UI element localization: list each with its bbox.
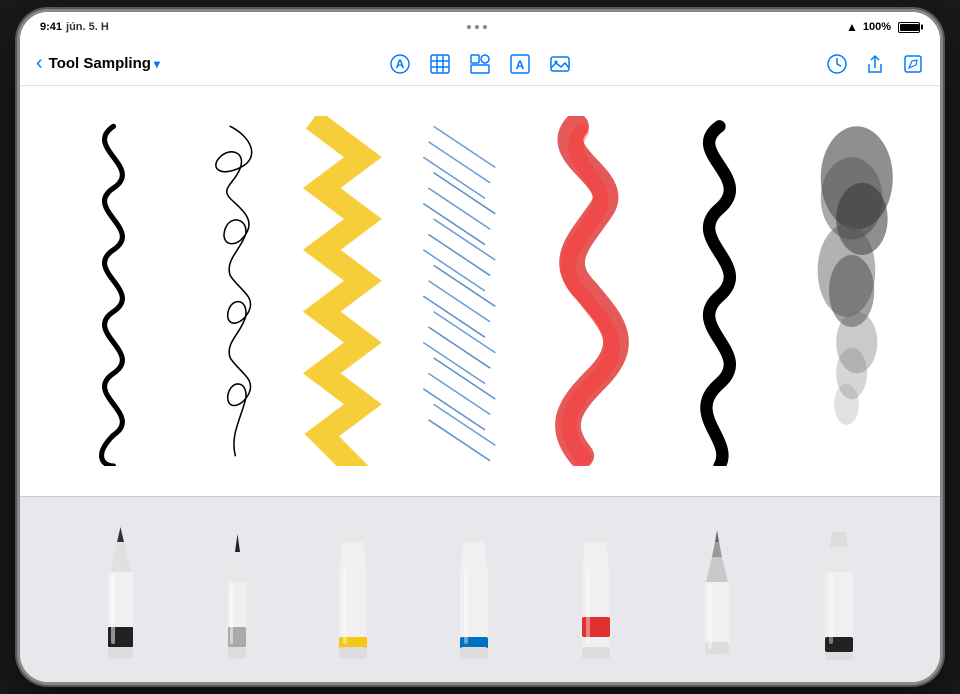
toolbar-center: A bbox=[332, 53, 628, 75]
svg-text:A: A bbox=[396, 57, 405, 71]
toolbar-right bbox=[628, 53, 924, 75]
wifi-icon: ▲ bbox=[846, 20, 858, 34]
share-icon[interactable] bbox=[864, 53, 886, 75]
stroke-marker-yellow bbox=[296, 106, 389, 476]
annotate-icon[interactable]: A bbox=[389, 53, 411, 75]
tool-pen-blue[interactable] bbox=[442, 507, 507, 672]
collaborate-icon[interactable] bbox=[826, 53, 848, 75]
status-bar: 9:41 jún. 5. H ▲ 100% bbox=[20, 12, 940, 42]
three-dots bbox=[467, 25, 487, 29]
edit-icon[interactable] bbox=[902, 53, 924, 75]
document-title: Tool Sampling bbox=[49, 55, 151, 72]
shapes-icon[interactable] bbox=[469, 53, 491, 75]
svg-text:A: A bbox=[516, 58, 525, 72]
tool-pencil[interactable] bbox=[88, 507, 153, 672]
strokes-container bbox=[20, 86, 940, 496]
status-right: ▲ 100% bbox=[846, 20, 920, 34]
title-dropdown-icon: ▾ bbox=[154, 57, 160, 71]
image-icon[interactable] bbox=[549, 53, 571, 75]
table-icon[interactable] bbox=[429, 53, 451, 75]
battery-icon bbox=[898, 22, 920, 33]
stroke-pen-black bbox=[62, 106, 165, 476]
device-frame: 9:41 jún. 5. H ▲ 100% ‹ Tool Sampling bbox=[20, 12, 940, 682]
back-chevron: ‹ bbox=[36, 52, 43, 75]
tool-marker-yellow[interactable] bbox=[321, 507, 386, 672]
stroke-pen-thick bbox=[668, 106, 771, 476]
back-button[interactable]: ‹ bbox=[36, 52, 43, 75]
text-icon[interactable]: A bbox=[509, 53, 531, 75]
stroke-pencil-blue bbox=[413, 106, 516, 476]
tool-fountain-pen[interactable] bbox=[210, 507, 265, 672]
status-center-dots bbox=[467, 25, 487, 29]
tool-brush-dark[interactable] bbox=[807, 507, 872, 672]
stroke-fountain-pen bbox=[189, 106, 271, 476]
dot-3 bbox=[483, 25, 487, 29]
tool-nib-pen[interactable] bbox=[685, 507, 750, 672]
stroke-crayon-red bbox=[540, 106, 643, 476]
document-title-group[interactable]: Tool Sampling ▾ bbox=[49, 55, 160, 72]
stroke-watercolor-gray bbox=[795, 106, 898, 476]
toolbar: ‹ Tool Sampling ▾ A bbox=[20, 42, 940, 86]
dot-1 bbox=[467, 25, 471, 29]
date-display: jún. 5. H bbox=[66, 21, 109, 33]
canvas-area bbox=[20, 86, 940, 496]
status-time: 9:41 jún. 5. H bbox=[40, 21, 109, 33]
battery-fill bbox=[900, 24, 919, 31]
time-display: 9:41 bbox=[40, 21, 62, 33]
dot-2 bbox=[475, 25, 479, 29]
tools-panel bbox=[20, 496, 940, 682]
toolbar-left: ‹ Tool Sampling ▾ bbox=[36, 52, 332, 75]
battery-percent: 100% bbox=[863, 21, 891, 33]
tool-pen-red[interactable] bbox=[564, 507, 629, 672]
